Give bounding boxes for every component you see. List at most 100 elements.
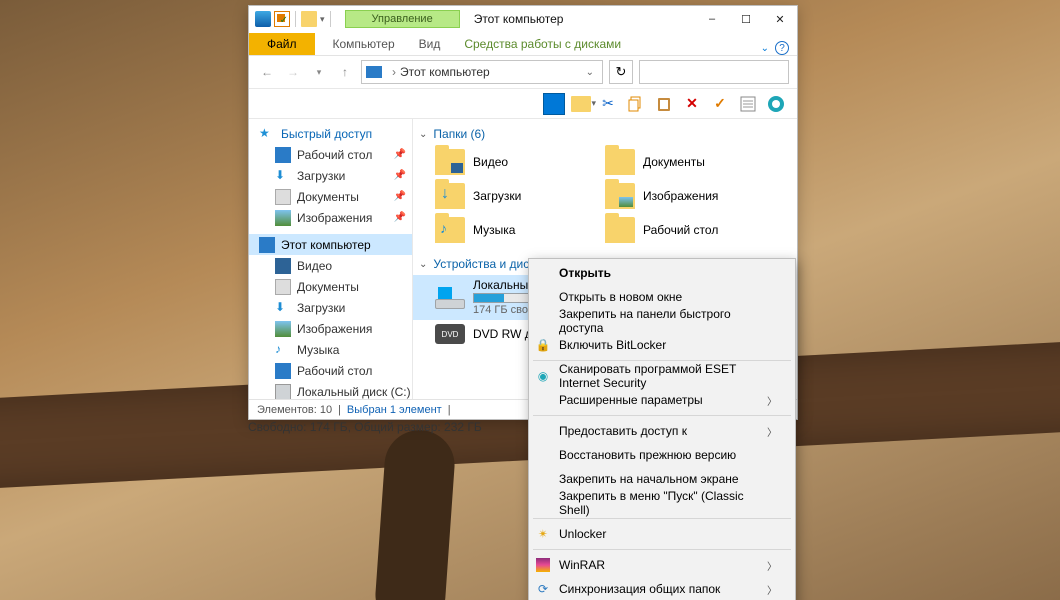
item-label: Видео [473,155,508,169]
up-button[interactable]: ↑ [335,62,355,82]
sidebar-label: Изображения [297,211,372,225]
folder-icon [605,183,635,209]
sidebar-label: Рабочий стол [297,148,372,162]
folder-icon [605,149,635,175]
maximize-button[interactable]: ☐ [729,8,763,30]
breadcrumb-this-pc[interactable]: Этот компьютер [400,65,490,79]
sidebar-quick-access[interactable]: ★Быстрый доступ [249,123,412,144]
sidebar-item-desktop[interactable]: Рабочий стол📌 [249,144,412,165]
sidebar-item-pictures-2[interactable]: Изображения [249,318,412,339]
sidebar-label: Загрузки [297,169,345,183]
folder-desktop[interactable]: Рабочий стол [583,213,753,247]
ctx-label: WinRAR [559,558,605,572]
toolbar-eset-icon[interactable] [765,93,787,115]
ctx-restore[interactable]: Восстановить прежнюю версию [529,443,795,467]
back-button[interactable]: ← [257,62,277,82]
folder-icon [435,217,465,243]
desktop-icon [275,363,291,379]
properties-qat-icon[interactable]: ✓ [274,11,290,27]
sidebar-item-music[interactable]: ♪Музыка [249,339,412,360]
address-bar[interactable]: › Этот компьютер ⌄ [361,60,603,84]
ctx-label: Unlocker [559,527,606,541]
folder-documents[interactable]: Документы [583,145,753,179]
minimize-button[interactable]: – [695,8,729,30]
sidebar-item-downloads-2[interactable]: ⬇Загрузки [249,297,412,318]
help-icon[interactable]: ? [775,41,789,55]
toolbar-newfolder-icon[interactable]: ▾ [571,96,591,112]
ctx-bitlocker[interactable]: 🔒Включить BitLocker [529,333,795,357]
qat-chevron-icon[interactable]: ▾ [320,14,325,25]
sidebar: ★Быстрый доступ Рабочий стол📌 ⬇Загрузки📌… [249,119,413,399]
ctx-pin-classic[interactable]: Закрепить в меню "Пуск" (Classic Shell) [529,491,795,515]
toolbar-cut-icon[interactable]: ✂ [597,93,619,115]
sidebar-item-pictures[interactable]: Изображения📌 [249,207,412,228]
folder-video[interactable]: Видео [413,145,583,179]
tab-computer[interactable]: Компьютер [321,33,407,55]
toolbar-delete-icon[interactable]: ✕ [681,93,703,115]
tab-drive-tools[interactable]: Средства работы с дисками [452,33,633,55]
search-input[interactable] [639,60,789,84]
ctx-sync[interactable]: ⟳Синхронизация общих папок〉 [529,577,795,600]
sidebar-item-this-pc[interactable]: Этот компьютер [249,234,412,255]
group-folders[interactable]: ⌄Папки (6) [413,123,797,145]
forward-button[interactable]: → [283,62,303,82]
chevron-down-icon: ⌄ [419,259,427,270]
status-detail: Свободно: 174 ГБ, Общий размер: 232 ГБ [248,420,548,434]
ctx-separator [533,360,791,361]
toolbar-properties-icon[interactable] [737,93,759,115]
sidebar-item-desktop-2[interactable]: Рабочий стол [249,360,412,381]
ctx-separator [533,415,791,416]
music-icon: ♪ [275,342,291,358]
sidebar-label: Локальный диск (C:) [297,385,411,399]
ctx-eset-params[interactable]: Расширенные параметры〉 [529,388,795,412]
ctx-label: Включить BitLocker [559,338,666,352]
ctx-pin-quick[interactable]: Закрепить на панели быстрого доступа [529,309,795,333]
sidebar-item-downloads[interactable]: ⬇ Загрузки 📌 [249,165,412,186]
sidebar-item-video[interactable]: Видео [249,255,412,276]
close-button[interactable]: ✕ [763,8,797,30]
ctx-open-new[interactable]: Открыть в новом окне [529,285,795,309]
unlocker-icon: ✴ [535,526,551,542]
ribbon-collapse-icon[interactable]: ⌄ [761,43,769,54]
ctx-share[interactable]: Предоставить доступ к〉 [529,419,795,443]
sidebar-label: Видео [297,259,332,273]
video-icon [275,258,291,274]
folder-music[interactable]: Музыка [413,213,583,247]
ctx-label: Открыть [559,266,611,280]
ctx-unlocker[interactable]: ✴ Unlocker [529,522,795,546]
toolbar-view-icon[interactable] [543,93,565,115]
submenu-arrow-icon: 〉 [767,393,777,408]
toolbar-paste-icon[interactable] [653,93,675,115]
recent-locations-icon[interactable]: ▾ [309,62,329,82]
submenu-arrow-icon: 〉 [767,582,777,597]
sidebar-label: Рабочий стол [297,364,372,378]
chevron-down-icon: ⌄ [419,129,427,140]
ctx-open[interactable]: Открыть [529,261,795,285]
ctx-label: Открыть в новом окне [559,290,682,304]
desktop-icon [275,147,291,163]
pc-icon [366,66,382,78]
downloads-icon: ⬇ [275,300,291,316]
ctx-winrar[interactable]: WinRAR〉 [529,553,795,577]
new-folder-qat-icon[interactable] [301,11,317,27]
folder-pictures[interactable]: Изображения [583,179,753,213]
tab-file[interactable]: Файл [249,33,315,55]
sidebar-label: Документы [297,190,359,204]
sidebar-item-documents[interactable]: Документы📌 [249,186,412,207]
window-buttons: – ☐ ✕ [695,8,797,30]
folder-downloads[interactable]: Загрузки [413,179,583,213]
sidebar-item-local-c[interactable]: Локальный диск (C:) [249,381,412,399]
winrar-icon [535,557,551,573]
downloads-icon: ⬇ [275,168,291,184]
toolbar-check-icon[interactable]: ✓ [709,93,731,115]
ctx-label: Закрепить на панели быстрого доступа [559,307,777,335]
tab-view[interactable]: Вид [407,33,453,55]
address-dropdown-icon[interactable]: ⌄ [582,67,598,78]
ctx-eset-scan[interactable]: ◉Сканировать программой ESET Internet Se… [529,364,795,388]
pin-icon: 📌 [394,170,406,181]
sidebar-item-documents-2[interactable]: Документы [249,276,412,297]
toolbar-copy-icon[interactable] [625,93,647,115]
ctx-pin-start[interactable]: Закрепить на начальном экране [529,467,795,491]
qat-separator-2 [330,11,331,27]
refresh-button[interactable]: ↻ [609,60,633,84]
